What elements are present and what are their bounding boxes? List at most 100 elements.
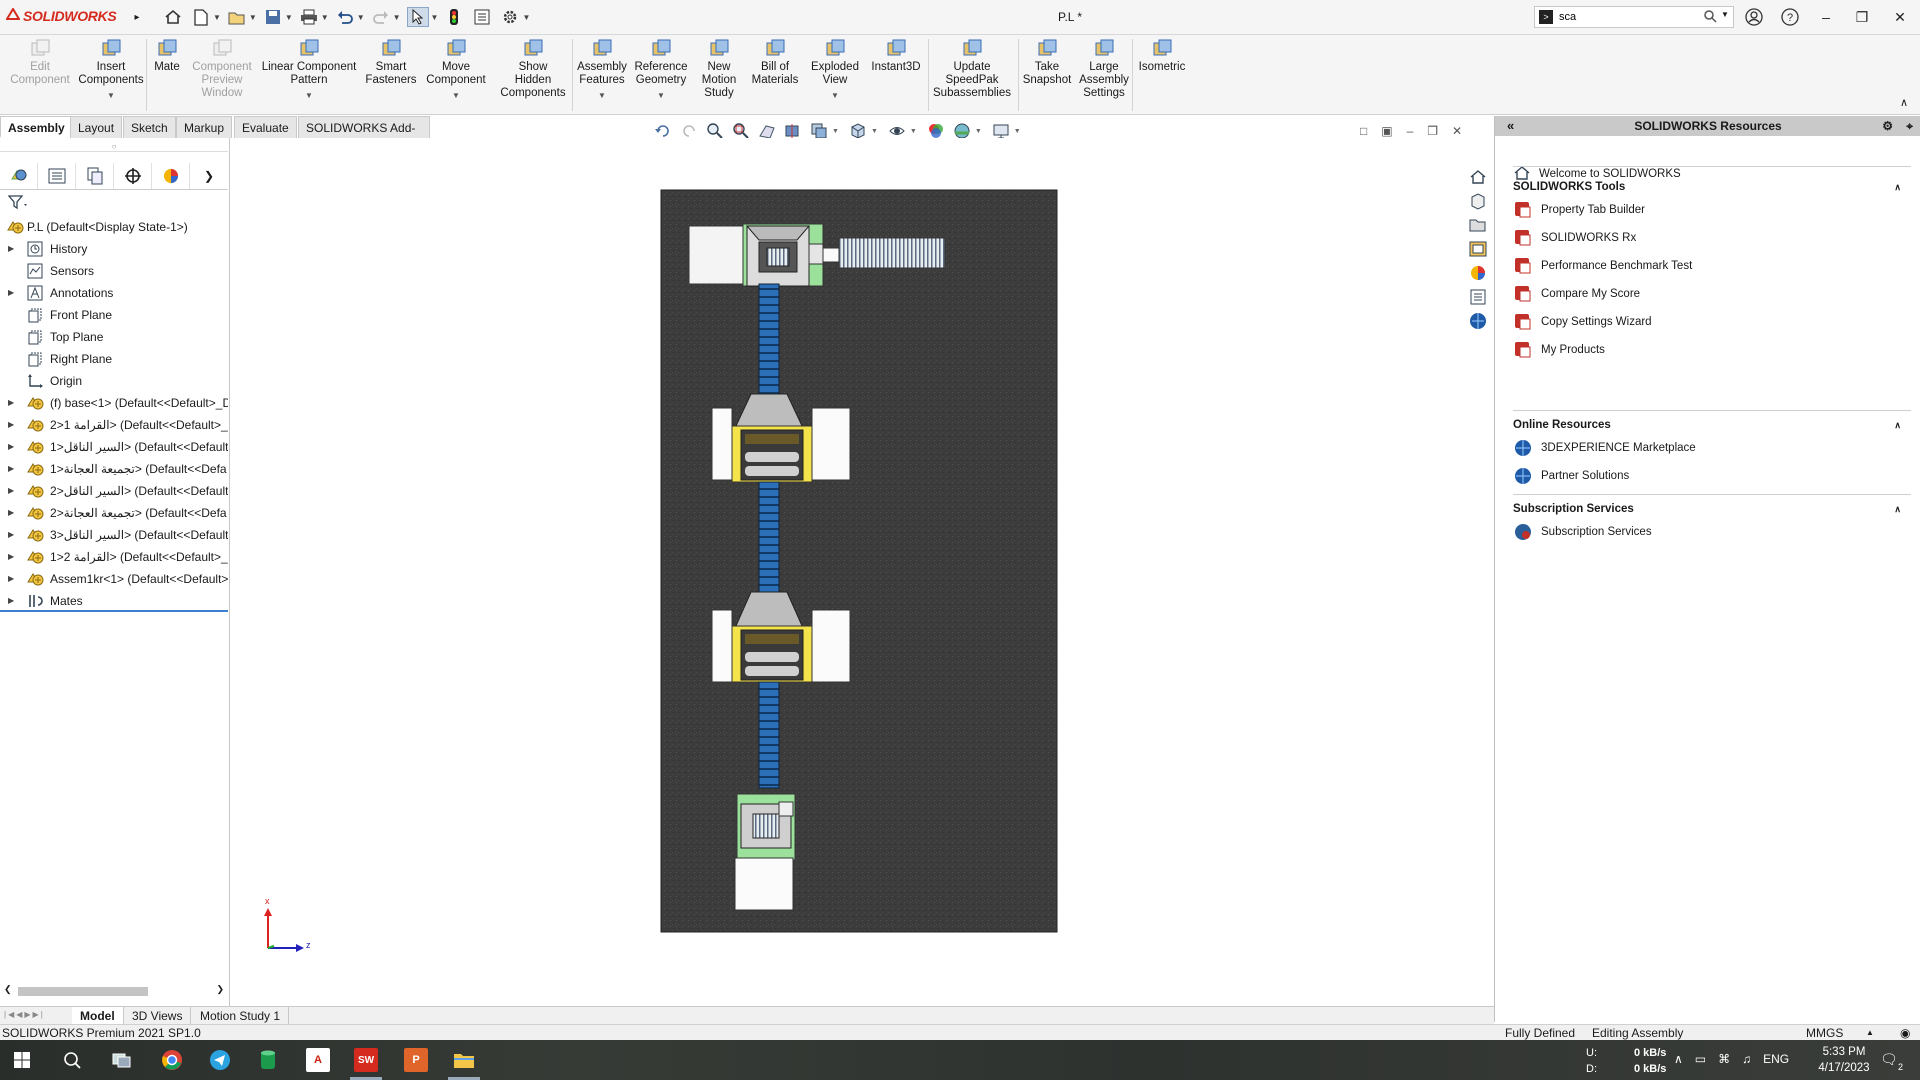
notification-center-icon[interactable]: 🗨 [1880,1051,1898,1068]
conveyor-3[interactable] [758,681,780,789]
resource-link[interactable]: My Products [1513,336,1911,364]
select-arrow-icon[interactable] [406,7,429,27]
command-dropdown-caret[interactable]: ▼ [258,89,360,102]
search-input[interactable] [1559,9,1689,25]
resource-link[interactable]: Partner Solutions [1513,462,1911,490]
redo-icon[interactable] [371,7,391,27]
solidworks-taskbar-icon[interactable]: SW [354,1048,378,1072]
powerpoint-icon[interactable]: P [404,1048,428,1072]
expand-arrow-icon[interactable]: ▶ [8,458,14,480]
apply-scene-caret[interactable]: ▼ [975,128,982,135]
viewport-close-icon[interactable]: ✕ [1452,124,1462,138]
print-dropdown-caret[interactable]: ▼ [321,13,329,22]
tree-node[interactable]: Sensors [0,260,228,282]
show-hidden-button[interactable]: Show Hidden Components [494,39,572,100]
tab-evaluate[interactable]: Evaluate [234,116,297,138]
taskbar-clock[interactable]: 5:33 PM 4/17/2023 [1796,1044,1892,1076]
resource-link[interactable]: SOLIDWORKS Rx [1513,224,1911,252]
tab-solidworks-add-ins[interactable]: SOLIDWORKS Add-Ins [298,116,430,157]
instant3d-button[interactable]: Instant3D [866,39,926,74]
expand-arrow-icon[interactable]: ▶ [8,524,14,546]
battery-icon[interactable]: ▭ [1695,1052,1706,1066]
filter-icon[interactable] [7,194,30,213]
collapse-section-icon[interactable]: ∧ [1894,500,1901,518]
expand-arrow-icon[interactable]: ▶ [8,546,14,568]
collapse-section-icon[interactable]: ∧ [1894,178,1901,196]
autocad-icon[interactable]: A [306,1048,330,1072]
tree-node[interactable]: ▶ القرامة 2<1> (Default<<Default>_ [0,546,228,568]
new-dropdown-caret[interactable]: ▼ [213,13,221,22]
expand-arrow-icon[interactable]: ▶ [8,502,14,524]
task-pane-settings-icon[interactable]: ⚙ [1882,116,1893,136]
expand-arrow-icon[interactable]: ▶ [8,414,14,436]
tree-node[interactable]: ▶ Mates [0,590,228,612]
chrome-icon[interactable] [160,1048,184,1072]
expand-menu-icon[interactable]: ▸ [127,7,147,27]
horizontal-scrollbar[interactable]: ❮ ❯ [4,984,224,998]
graphics-area[interactable] [231,138,1494,1006]
expand-arrow-icon[interactable]: ▶ [8,480,14,502]
bottom-tab-motion-study-1[interactable]: Motion Study 1 [192,1007,290,1025]
pin-icon[interactable]: ⌖ [1906,116,1913,136]
spreadsheet-app-icon[interactable] [256,1048,280,1072]
bottom-station[interactable] [734,793,796,911]
expand-arrow-icon[interactable]: ▶ [8,568,14,590]
base-plate[interactable] [660,189,1058,933]
rebuild-status-icon[interactable]: ◉ [1900,1025,1910,1041]
conveyor-2[interactable] [758,481,780,593]
expand-arrow-icon[interactable]: ▶ [8,282,14,304]
tree-node[interactable]: ▶ Annotations [0,282,228,304]
display-style-caret[interactable]: ▼ [871,128,878,135]
tree-node[interactable]: ▶ Assem1kr<1> (Default<<Default> [0,568,228,590]
tree-root-assembly[interactable]: P.L (Default<Display State-1>) [0,216,228,238]
speedpak-button[interactable]: Update SpeedPak Subassemblies [928,39,1016,100]
collapse-section-icon[interactable]: ∧ [1894,416,1901,434]
design-library-icon[interactable] [1466,190,1490,212]
motion-study-button[interactable]: New Motion Study [692,39,746,100]
tab-layout[interactable]: Layout [70,116,123,138]
view-settings-caret[interactable]: ▼ [1014,128,1021,135]
exploded-view-button[interactable]: Exploded View ▼ [806,39,864,102]
property-manager-tab-icon[interactable] [38,162,77,189]
bottom-tab-3d-views[interactable]: 3D Views [124,1007,192,1025]
bottom-tab-model[interactable]: Model [72,1007,124,1025]
telegram-icon[interactable] [208,1048,232,1072]
tree-node[interactable]: ▶ (f) base<1> (Default<<Default>_D [0,392,228,414]
move-component-button[interactable]: Move Component ▼ [422,39,490,102]
input-language-label[interactable]: ENG [1763,1052,1789,1066]
tab-scroll-arrows[interactable]: |◀◀▶▶| [4,1010,45,1019]
search-icon[interactable] [1703,9,1717,26]
redo-dropdown-caret[interactable]: ▼ [393,13,401,22]
assembly-model-view[interactable] [231,138,1494,1006]
component-preview-button[interactable]: Component Preview Window [190,39,254,100]
resource-link[interactable]: Property Tab Builder [1513,196,1911,224]
close-window-icon[interactable]: ✕ [1888,6,1912,28]
tab-assembly[interactable]: Assembly [0,116,73,138]
tree-node[interactable]: ▶ السير الناقل<3> (Default<<Default [0,524,228,546]
collapse-ribbon-icon[interactable]: ∧ [1900,96,1914,109]
start-windows-icon[interactable] [10,1048,34,1072]
view-orientation-caret[interactable]: ▼ [832,128,839,135]
custom-properties-icon[interactable] [1466,286,1490,308]
restore-window-icon[interactable]: ❐ [1850,6,1874,28]
viewport-minimize-icon[interactable]: – [1407,124,1414,138]
smart-fasteners-button[interactable]: Smart Fasteners [362,39,420,87]
command-dropdown-caret[interactable]: ▼ [806,89,864,102]
isometric-button[interactable]: Isometric [1134,39,1190,74]
resource-link[interactable]: Compare My Score [1513,280,1911,308]
tab-sketch[interactable]: Sketch [123,116,176,138]
conveyor-1[interactable] [758,283,780,395]
command-dropdown-caret[interactable]: ▼ [422,89,490,102]
command-dropdown-caret[interactable]: ▼ [574,89,630,102]
command-dropdown-caret[interactable]: ▼ [78,89,144,102]
expand-arrow-icon[interactable]: ▶ [8,392,14,414]
units-dropdown-caret[interactable]: ▲ [1866,1025,1874,1041]
search-dropdown-caret[interactable]: ▼ [1721,10,1729,19]
show-hidden-icons-icon[interactable]: ∧ [1674,1052,1683,1066]
expand-arrow-icon[interactable]: ▶ [8,436,14,458]
resource-link[interactable]: 3DEXPERIENCE Marketplace [1513,434,1911,462]
single-view-icon[interactable]: □ [1360,124,1367,138]
edit-component-button[interactable]: Edit Component [4,39,76,87]
save-icon[interactable] [263,7,283,27]
section-title[interactable]: Subscription Services ∧ [1513,500,1911,518]
